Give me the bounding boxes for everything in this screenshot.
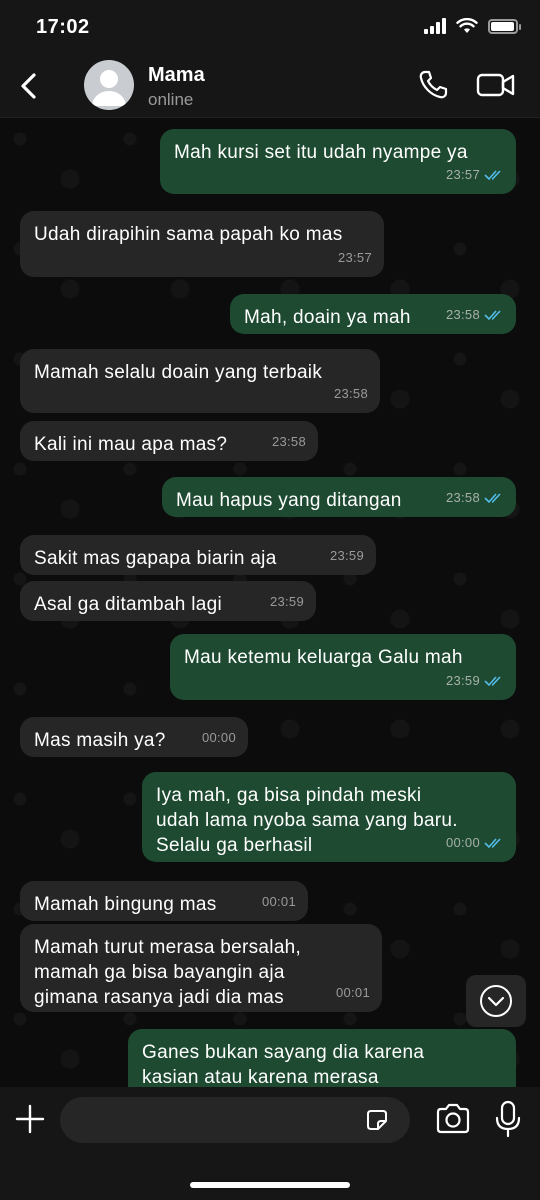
- message-incoming[interactable]: Mamah bingung mas 00:01: [20, 881, 308, 921]
- battery-icon: [488, 18, 521, 34]
- battery-level: [491, 21, 514, 31]
- message-outgoing[interactable]: Iya mah, ga bisa pindah meski udah lama …: [142, 772, 516, 862]
- status-time: 17:02: [36, 16, 90, 38]
- message-time: 23:58: [445, 307, 480, 322]
- message-time: 23:58: [333, 386, 368, 401]
- message-meta: 23:58: [334, 381, 368, 406]
- status-indicators: [424, 18, 521, 34]
- message-outgoing[interactable]: Ganes bukan sayang dia karena kasian ata…: [128, 1029, 516, 1087]
- message-incoming[interactable]: Kali ini mau apa mas? 23:58: [20, 421, 318, 461]
- message-meta: 23:58: [272, 429, 306, 454]
- message-time: 23:59: [445, 673, 480, 688]
- message-meta: 23:57: [338, 245, 372, 270]
- message-time: 00:00: [201, 730, 236, 745]
- message-outgoing[interactable]: Mah kursi set itu udah nyampe ya 23:57: [160, 129, 516, 194]
- message-meta: 00:00: [446, 830, 504, 855]
- message-text: Asal ga ditambah lagi: [34, 594, 222, 615]
- plus-icon[interactable]: [14, 1103, 46, 1135]
- message-time: 00:00: [445, 835, 480, 850]
- message-time: 23:59: [269, 594, 304, 609]
- message-incoming[interactable]: Mas masih ya? 00:00: [20, 717, 248, 757]
- contact-name[interactable]: Mama: [148, 64, 205, 87]
- message-incoming[interactable]: Asal ga ditambah lagi 23:59: [20, 581, 316, 621]
- message-meta: 23:59: [446, 668, 504, 693]
- message-meta: 23:59: [270, 589, 304, 614]
- message-time: 23:58: [271, 434, 306, 449]
- message-text: Mau ketemu keluarga Galu mah: [184, 647, 463, 668]
- message-incoming[interactable]: Udah dirapihin sama papah ko mas 23:57: [20, 211, 384, 277]
- double-check-icon: [484, 675, 501, 686]
- message-outgoing[interactable]: Mah, doain ya mah 23:58: [230, 294, 516, 334]
- status-bar: 17:02: [0, 0, 540, 56]
- message-text: Mamah selalu doain yang terbaik: [34, 362, 323, 383]
- wifi-icon: [456, 18, 478, 33]
- message-outgoing[interactable]: Mau hapus yang ditangan 23:58: [162, 477, 516, 517]
- chevron-down-icon: [480, 985, 512, 1017]
- sticker-icon[interactable]: [364, 1107, 390, 1133]
- back-chevron-icon[interactable]: [12, 68, 48, 104]
- message-time: 23:58: [445, 490, 480, 505]
- message-meta: 23:59: [330, 543, 364, 568]
- message-outgoing[interactable]: Mau ketemu keluarga Galu mah 23:59: [170, 634, 516, 700]
- message-meta: 00:00: [202, 725, 236, 750]
- message-time: 23:57: [445, 167, 480, 182]
- message-list[interactable]: Mah kursi set itu udah nyampe ya 23:57 U…: [0, 119, 540, 1087]
- home-indicator[interactable]: [190, 1182, 350, 1188]
- double-check-icon: [484, 169, 501, 180]
- chat-header: Mama online: [0, 56, 540, 118]
- message-incoming[interactable]: Sakit mas gapapa biarin aja 23:59: [20, 535, 376, 575]
- contact-status: online: [148, 90, 194, 109]
- message-incoming[interactable]: Mamah turut merasa bersalah, mamah ga bi…: [20, 924, 382, 1012]
- message-text: Kali ini mau apa mas?: [34, 434, 228, 455]
- message-meta: 00:01: [336, 980, 370, 1005]
- mic-icon[interactable]: [494, 1100, 522, 1138]
- avatar[interactable]: [84, 60, 134, 110]
- phone-icon[interactable]: [416, 68, 450, 102]
- double-check-icon: [484, 309, 501, 320]
- message-meta: 23:58: [446, 302, 504, 327]
- camera-icon[interactable]: [434, 1102, 472, 1136]
- message-time: 23:59: [329, 548, 364, 563]
- avatar-icon: [92, 70, 126, 106]
- message-meta: 00:01: [262, 889, 296, 914]
- message-text: Ganes bukan sayang dia karena kasian ata…: [142, 1042, 425, 1087]
- message-time: 00:01: [261, 894, 296, 909]
- message-input[interactable]: [60, 1097, 410, 1143]
- scroll-to-bottom-button[interactable]: [466, 975, 526, 1027]
- cellular-signal-icon: [424, 18, 446, 34]
- message-meta: 23:58: [446, 485, 504, 510]
- message-time: 00:01: [335, 985, 370, 1000]
- double-check-icon: [484, 492, 501, 503]
- message-meta: 23:57: [446, 162, 504, 187]
- double-check-icon: [484, 837, 501, 848]
- message-text: Mamah bingung mas: [34, 894, 217, 915]
- message-text: Mamah turut merasa bersalah, mamah ga bi…: [34, 937, 302, 1008]
- message-time: 23:57: [337, 250, 372, 265]
- message-text: Sakit mas gapapa biarin aja: [34, 548, 277, 569]
- message-text: Udah dirapihin sama papah ko mas: [34, 224, 343, 245]
- message-incoming[interactable]: Mamah selalu doain yang terbaik 23:58: [20, 349, 380, 413]
- video-icon[interactable]: [476, 68, 516, 102]
